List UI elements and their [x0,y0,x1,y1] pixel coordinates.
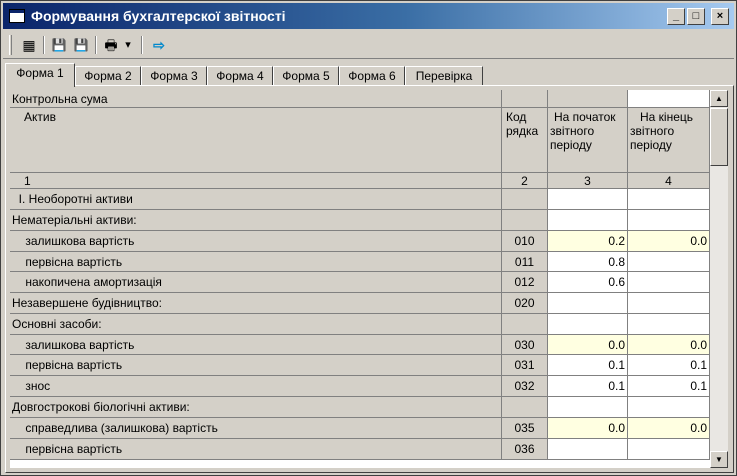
print-dropdown-icon[interactable]: ▾ [121,36,135,54]
row-begin-value[interactable]: 0.1 [548,376,628,397]
checksum-begin [548,90,628,108]
header-begin: На початок звітного періоду [548,108,628,173]
checksum-label: Контрольна сума [10,90,502,108]
tab-form-3[interactable]: Форма 3 [141,66,207,86]
row-end-value[interactable] [628,439,710,460]
colnum-1: 1 [10,173,502,189]
row-code: 020 [502,293,548,314]
checksum-end[interactable] [628,90,710,108]
tab-check[interactable]: Перевірка [405,66,483,86]
row-begin-value[interactable]: 0.2 [548,231,628,252]
minimize-button[interactable]: _ [667,8,685,25]
toolbar-separator [43,36,45,54]
row-label: Основні засоби: [10,314,502,335]
tab-form-5[interactable]: Форма 5 [273,66,339,86]
row-begin-value[interactable] [548,189,628,210]
save-as-icon[interactable]: 💾 [71,36,91,54]
row-begin-value[interactable]: 0.0 [548,335,628,355]
toolbar-separator [95,36,97,54]
row-label: залишкова вартість [10,231,502,252]
scroll-up-icon[interactable]: ▲ [710,90,728,107]
row-code [502,397,548,418]
window-icon [9,9,25,23]
row-begin-value[interactable]: 0.8 [548,252,628,272]
vertical-scrollbar[interactable]: ▲ ▼ [710,90,728,468]
calculator-icon[interactable]: ▦ [19,36,39,54]
row-code [502,314,548,335]
row-begin-value[interactable] [548,314,628,335]
scroll-down-icon[interactable]: ▼ [710,451,728,468]
title-bar[interactable]: Формування бухгалтерскої звітності _ □ × [3,3,734,29]
row-label: справедлива (залишкова) вартість [10,418,502,439]
row-code: 036 [502,439,548,460]
tab-form-1[interactable]: Форма 1 [5,63,75,87]
row-label: первісна вартість [10,252,502,272]
window-title: Формування бухгалтерскої звітності [31,8,286,24]
print-icon[interactable]: 🖶 [101,36,121,54]
row-label: Незавершене будівництво: [10,293,502,314]
row-code: 030 [502,335,548,355]
row-label: знос [10,376,502,397]
header-end: На кінець звітного періоду [628,108,710,173]
row-end-value[interactable]: 0.0 [628,418,710,439]
row-end-value[interactable] [628,293,710,314]
row-end-value[interactable] [628,252,710,272]
row-begin-value[interactable] [548,439,628,460]
row-end-value[interactable]: 0.1 [628,376,710,397]
row-begin-value[interactable]: 0.1 [548,355,628,376]
row-end-value[interactable]: 0.0 [628,335,710,355]
row-label: первісна вартість [10,439,502,460]
scroll-thumb[interactable] [710,108,728,166]
toolbar: ▦ 💾 💾 🖶 ▾ ⇨ [3,31,734,59]
maximize-button[interactable]: □ [687,8,705,25]
tab-form-4[interactable]: Форма 4 [207,66,273,86]
row-end-value[interactable] [628,210,710,231]
close-button[interactable]: × [711,8,729,25]
row-end-value[interactable]: 0.1 [628,355,710,376]
save-icon[interactable]: 💾 [49,36,69,54]
row-code: 032 [502,376,548,397]
tab-form-2[interactable]: Форма 2 [75,66,141,86]
colnum-2: 2 [502,173,548,189]
row-label: І. Необоротні активи [10,189,502,210]
tab-form-6[interactable]: Форма 6 [339,66,405,86]
header-code: Код рядка [502,108,548,173]
row-begin-value[interactable] [548,397,628,418]
row-begin-value[interactable]: 0.6 [548,272,628,293]
row-code [502,189,548,210]
row-end-value[interactable] [628,314,710,335]
row-label: накопичена амортизація [10,272,502,293]
row-begin-value[interactable] [548,210,628,231]
balance-grid: Контрольна сума Актив Код рядка На почат… [10,90,710,468]
row-code: 012 [502,272,548,293]
row-begin-value[interactable] [548,293,628,314]
colnum-3: 3 [548,173,628,189]
row-code: 031 [502,355,548,376]
toolbar-grip[interactable] [9,35,12,55]
row-label: Довгострокові біологічні активи: [10,397,502,418]
row-end-value[interactable]: 0.0 [628,231,710,252]
row-code: 010 [502,231,548,252]
header-asset: Актив [10,108,502,173]
row-end-value[interactable] [628,397,710,418]
row-code: 011 [502,252,548,272]
checksum-code [502,90,548,108]
row-end-value[interactable] [628,189,710,210]
app-window: Формування бухгалтерскої звітності _ □ ×… [0,0,737,476]
row-code: 035 [502,418,548,439]
row-code [502,210,548,231]
row-end-value[interactable] [628,272,710,293]
row-label: первісна вартість [10,355,502,376]
go-arrow-icon[interactable]: ⇨ [149,36,169,54]
toolbar-separator [141,36,143,54]
colnum-4: 4 [628,173,710,189]
row-begin-value[interactable]: 0.0 [548,418,628,439]
row-label: Нематеріальні активи: [10,210,502,231]
form-panel: Контрольна сума Актив Код рядка На почат… [5,85,734,473]
row-label: залишкова вартість [10,335,502,355]
